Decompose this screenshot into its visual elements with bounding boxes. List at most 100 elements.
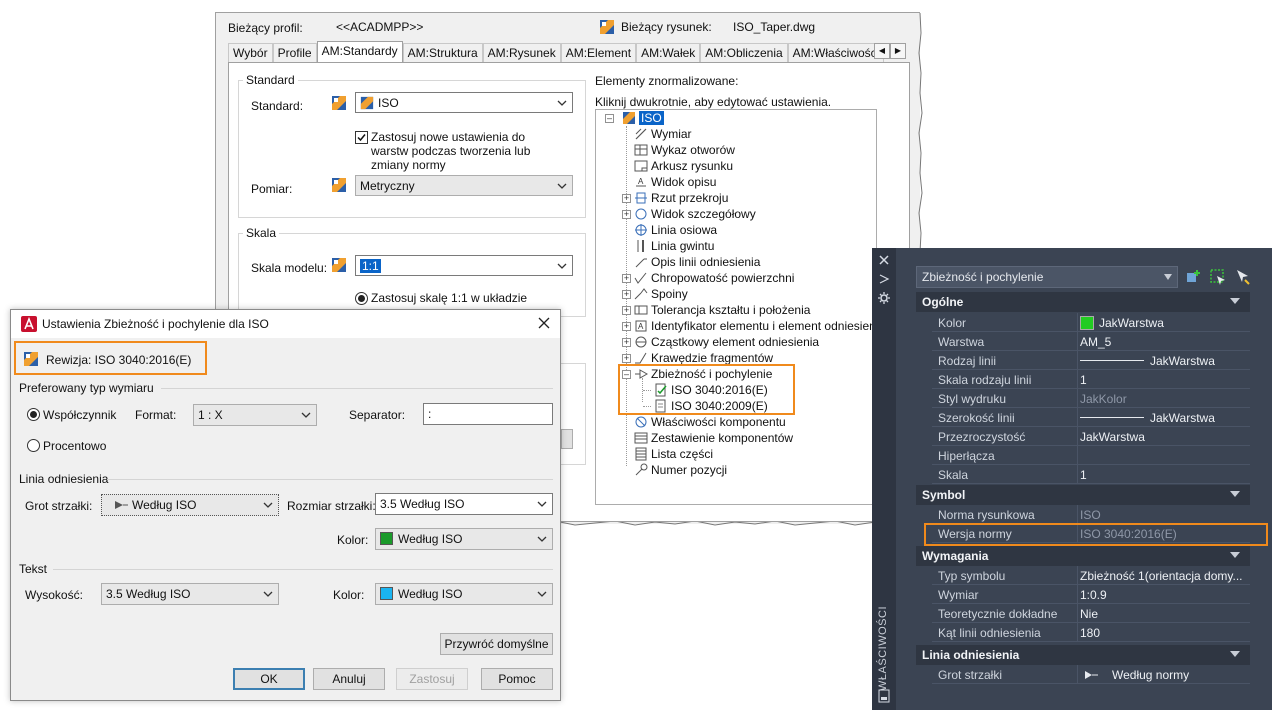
- tree-item-opis-linii[interactable]: Opis linii odniesienia: [634, 254, 760, 270]
- prop-row[interactable]: Warstwa AM_5: [932, 332, 1250, 351]
- tab-am-obliczenia[interactable]: AM:Obliczenia: [700, 43, 788, 63]
- category-requirements-label: Wymagania: [922, 549, 989, 563]
- tab-scroll-right[interactable]: ▶: [890, 43, 906, 59]
- separator-input[interactable]: :: [423, 403, 553, 425]
- prop-row[interactable]: Typ symbolu Zbieżność 1(orientacja domy..…: [932, 566, 1250, 585]
- tree-item-widok-opisu[interactable]: A Widok opisu: [634, 174, 716, 190]
- tree-item-zestawienie[interactable]: Zestawienie komponentów: [634, 430, 793, 446]
- tree-expand[interactable]: +: [622, 322, 631, 331]
- percent-radio[interactable]: [27, 439, 40, 452]
- prop-row[interactable]: Norma rysunkowa ISO: [932, 505, 1250, 524]
- tab-am-rysunek[interactable]: AM:Rysunek: [482, 43, 561, 63]
- separator: [161, 388, 553, 389]
- tree-expand[interactable]: +: [622, 338, 631, 347]
- prop-row[interactable]: Styl wydruku JakKolor: [932, 389, 1250, 408]
- arrowhead-combo[interactable]: Według ISO: [101, 494, 279, 516]
- prop-name: Skala: [938, 468, 969, 482]
- tab-am-standardy[interactable]: AM:Standardy: [316, 41, 403, 63]
- leader-color-combo[interactable]: Według ISO: [375, 528, 553, 550]
- tab-am-walek[interactable]: AM:Wałek: [636, 43, 701, 63]
- tree-item-label: Cząstkowy element odniesienia: [651, 335, 820, 349]
- tab-wybor[interactable]: Wybór: [228, 43, 273, 63]
- tree-item-root[interactable]: ISO: [622, 110, 664, 126]
- text-color-combo[interactable]: Według ISO: [375, 583, 553, 605]
- tree-item-chropowatosc[interactable]: Chropowatość powierzchni: [634, 270, 794, 286]
- prop-row[interactable]: Skala 1: [932, 465, 1250, 484]
- measure-combo[interactable]: Metryczny: [355, 175, 573, 196]
- toggle-pickadd-icon[interactable]: [1185, 268, 1203, 286]
- restore-defaults-button[interactable]: Przywróć domyślne: [440, 633, 553, 655]
- close-icon[interactable]: [878, 254, 890, 266]
- prop-row[interactable]: Rodzaj linii JakWarstwa: [932, 351, 1250, 370]
- height-combo[interactable]: 3.5 Według ISO: [101, 583, 279, 605]
- tree-item-linia-gwintu[interactable]: Linia gwintu: [634, 238, 714, 254]
- tree-item-wlasciwosci-komp[interactable]: Właściwości komponentu: [634, 414, 786, 430]
- tree-item-spoiny[interactable]: Spoiny: [634, 286, 688, 302]
- prop-row[interactable]: Hiperłącza: [932, 446, 1250, 465]
- category-general[interactable]: Ogólne: [916, 292, 1250, 312]
- arrow-size-combo[interactable]: 3.5 Według ISO: [375, 493, 553, 515]
- tree-item-wykaz-otworow[interactable]: Wykaz otworów: [634, 142, 735, 158]
- ok-button[interactable]: OK: [233, 668, 305, 690]
- prop-row[interactable]: Wymiar 1:0.9: [932, 585, 1250, 604]
- apply-scale-radio[interactable]: [355, 292, 368, 305]
- datum-id-icon: A: [635, 320, 647, 332]
- tree-item-lista-czesci[interactable]: Lista części: [634, 446, 713, 462]
- tree-expand[interactable]: +: [622, 306, 631, 315]
- model-scale-combo[interactable]: 1:1: [355, 255, 573, 276]
- tab-scroll-left[interactable]: ◀: [874, 43, 890, 59]
- tree-item-numer-pozycji[interactable]: Numer pozycji: [634, 462, 727, 478]
- prop-row[interactable]: Szerokość linii JakWarstwa: [932, 408, 1250, 427]
- tab-am-wlasciwosci[interactable]: AM:Właściwości: [787, 43, 885, 63]
- prop-row[interactable]: Skala rodzaju linii 1: [932, 370, 1250, 389]
- tree-expand[interactable]: +: [622, 274, 631, 283]
- tree-collapse-root[interactable]: –: [605, 114, 614, 123]
- tree-expand[interactable]: +: [622, 290, 631, 299]
- tree-item-linia-osiowa[interactable]: Linia osiowa: [634, 222, 717, 238]
- tab-profile[interactable]: Profile: [272, 43, 317, 63]
- select-objects-icon[interactable]: [1209, 268, 1227, 286]
- cancel-button[interactable]: Anuluj: [313, 668, 385, 690]
- hidden-button-edge[interactable]: [561, 429, 573, 449]
- category-symbol[interactable]: Symbol: [916, 485, 1250, 505]
- object-type-dropdown[interactable]: Zbieżność i pochylenie: [916, 266, 1178, 288]
- tree-item-widok-szcz[interactable]: Widok szczegółowy: [634, 206, 756, 222]
- prop-row[interactable]: Kąt linii odniesienia 180: [932, 623, 1250, 642]
- tree-item-wymiar[interactable]: Wymiar: [634, 126, 692, 142]
- component-props-icon: [635, 416, 647, 428]
- close-icon[interactable]: [537, 316, 551, 330]
- apply-layers-checkbox[interactable]: [355, 131, 368, 144]
- chevron-down-icon: [1230, 298, 1240, 304]
- gear-icon[interactable]: [878, 292, 890, 304]
- prop-row[interactable]: Przezroczystość JakWarstwa: [932, 427, 1250, 446]
- tree-expand[interactable]: +: [622, 354, 631, 363]
- tab-am-struktura[interactable]: AM:Struktura: [402, 43, 483, 63]
- prop-value: AM_5: [1080, 335, 1112, 349]
- std-elements-tree[interactable]: – ISO Wymiar Wykaz otworów Arkusz rysunk…: [595, 109, 885, 505]
- tab-am-element[interactable]: AM:Element: [560, 43, 637, 63]
- help-button[interactable]: Pomoc: [481, 668, 553, 690]
- tree-item-tolerancja[interactable]: Tolerancja kształtu i położenia: [634, 302, 810, 318]
- model-scale-label: Skala modelu:: [251, 261, 328, 275]
- tree-expand[interactable]: +: [622, 210, 631, 219]
- prop-row[interactable]: Teoretycznie dokładne Nie: [932, 604, 1250, 623]
- tree-item-arkusz[interactable]: Arkusz rysunku: [634, 158, 733, 174]
- category-requirements[interactable]: Wymagania: [916, 546, 1250, 566]
- coef-radio[interactable]: [27, 408, 40, 421]
- object-type-value: Zbieżność i pochylenie: [922, 270, 1044, 284]
- apply-layers-text-3: zmiany normy: [371, 158, 446, 172]
- standard-combo[interactable]: ISO: [355, 92, 573, 113]
- apply-button[interactable]: Zastosuj: [396, 668, 468, 690]
- prop-row[interactable]: Kolor JakWarstwa: [932, 313, 1250, 332]
- autohide-icon[interactable]: [878, 273, 890, 285]
- tree-expand[interactable]: +: [622, 194, 631, 203]
- palette-menu-icon[interactable]: [878, 689, 890, 703]
- tree-item-label: Krawędzie fragmentów: [651, 351, 774, 365]
- quick-select-icon[interactable]: [1233, 268, 1251, 286]
- prop-row[interactable]: Grot strzałki Według normy: [932, 665, 1250, 684]
- tree-item-rzut[interactable]: Rzut przekroju: [634, 190, 728, 206]
- tree-item-identyfikator[interactable]: A Identyfikator elementu i element odnies…: [634, 318, 885, 334]
- format-combo[interactable]: 1 : X: [193, 404, 317, 426]
- category-leader[interactable]: Linia odniesienia: [916, 645, 1250, 665]
- tree-item-czastkowy[interactable]: Cząstkowy element odniesienia: [634, 334, 819, 350]
